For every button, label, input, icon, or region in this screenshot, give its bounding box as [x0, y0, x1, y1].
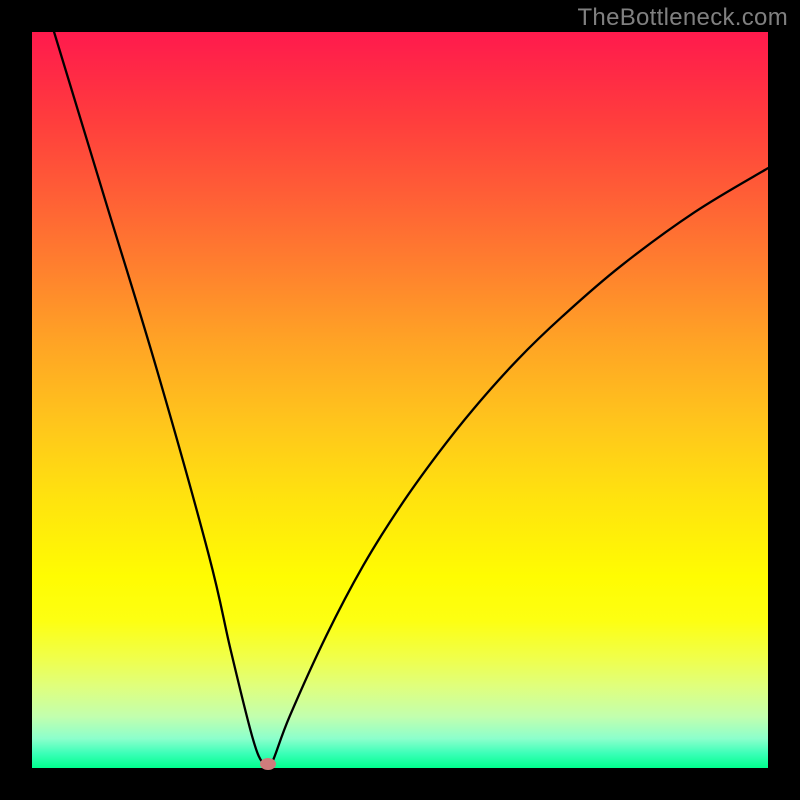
- watermark-text: TheBottleneck.com: [577, 4, 788, 32]
- bottleneck-curve: [32, 32, 768, 768]
